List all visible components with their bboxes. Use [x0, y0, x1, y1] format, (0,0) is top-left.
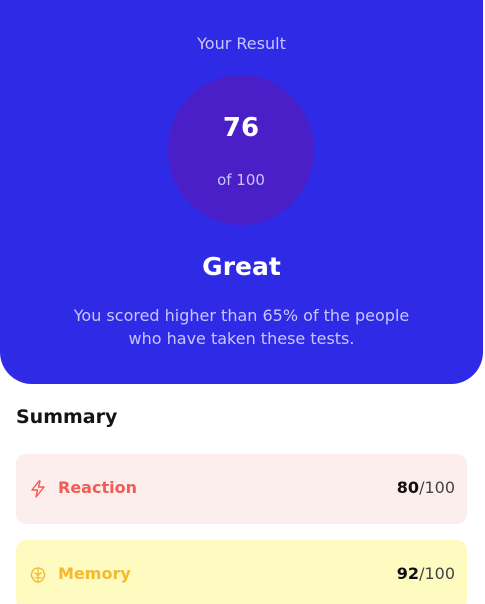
summary-item-score-max: /100 [419, 564, 455, 583]
result-heading: Your Result [197, 34, 286, 53]
result-panel: Your Result 76 of 100 Great You scored h… [0, 0, 483, 384]
summary-item-reaction: Reaction 80/100 [16, 454, 467, 524]
summary-item-score-value: 92 [396, 564, 420, 583]
summary-item-label: Reaction [58, 478, 137, 497]
score-value: 76 [222, 113, 260, 143]
summary-item-score-value: 80 [396, 478, 420, 497]
summary-item-score: 80/100 [397, 478, 455, 497]
summary-item-score: 92/100 [397, 564, 455, 583]
score-circle: 76 of 100 [168, 75, 314, 225]
lightning-icon [28, 479, 48, 499]
summary-item-memory: Memory 92/100 [16, 540, 467, 604]
summary-title: Summary [16, 406, 118, 428]
rating-label: Great [202, 252, 281, 281]
brain-icon [28, 565, 48, 585]
result-description: You scored higher than 65% of the people… [73, 306, 410, 348]
results-page: Your Result 76 of 100 Great You scored h… [0, 0, 485, 604]
summary-item-score-max: /100 [419, 478, 455, 497]
score-max-label: of 100 [217, 171, 265, 189]
summary-item-label: Memory [58, 564, 131, 583]
